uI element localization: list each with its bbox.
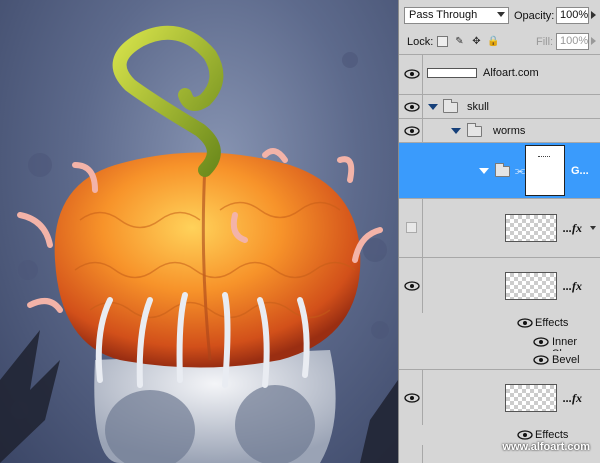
blend-mode-value: Pass Through xyxy=(409,9,478,21)
fill-label: Fill: xyxy=(536,36,554,48)
watermark: www.alfoart.com xyxy=(502,441,590,453)
layer-worm-1[interactable]: ...fx xyxy=(399,198,600,257)
layer-thumbnail xyxy=(505,214,557,242)
lock-move-icon[interactable]: ✥ xyxy=(471,36,482,47)
layer-group-selected[interactable]: ⫘ G... xyxy=(399,142,600,198)
eye-icon[interactable] xyxy=(533,336,549,348)
layer-thumbnail xyxy=(505,384,557,412)
eye-icon[interactable] xyxy=(404,68,420,80)
layer-mask-thumbnail[interactable] xyxy=(525,145,565,196)
lock-transparent-icon[interactable] xyxy=(437,36,448,47)
folder-icon xyxy=(443,99,458,113)
eye-icon[interactable] xyxy=(533,354,549,366)
effects-row[interactable]: Effects xyxy=(399,313,600,333)
layer-worm-3[interactable]: ...fx xyxy=(399,369,600,463)
layer-alfoart[interactable]: Alfoart.com xyxy=(399,54,600,94)
layer-thumbnail xyxy=(427,68,477,78)
layer-name: worms xyxy=(493,125,526,137)
effects-label: Effects xyxy=(535,317,569,329)
effect-inner-shadow[interactable]: Inner Sh... xyxy=(399,333,600,360)
lock-all-icon[interactable]: 🔒 xyxy=(487,36,499,47)
visibility-cell[interactable] xyxy=(399,199,423,257)
eye-icon[interactable] xyxy=(517,317,533,329)
folder-icon xyxy=(495,163,510,177)
pumpkin-brain-artwork xyxy=(0,25,398,463)
fill-slider-arrow-icon[interactable] xyxy=(591,37,596,45)
lock-brush-icon[interactable]: ✎ xyxy=(454,36,465,47)
lock-label: Lock: xyxy=(407,36,434,48)
effect-bevel[interactable]: Bevel an... xyxy=(399,351,600,378)
visibility-cell[interactable] xyxy=(399,370,423,463)
effects-label: Effects xyxy=(535,429,569,441)
layer-name: Alfoart.com xyxy=(483,67,539,79)
opacity-label: Opacity: xyxy=(514,10,555,22)
eye-icon[interactable] xyxy=(517,429,533,441)
layers-panel: Pass Through Opacity: 100% Lock: ✎ ✥ 🔒 F… xyxy=(398,0,600,463)
layer-name: G... xyxy=(571,165,589,177)
eye-icon[interactable] xyxy=(404,101,420,113)
document-canvas[interactable] xyxy=(0,0,398,463)
chevron-down-icon[interactable] xyxy=(590,226,596,230)
expand-triangle-icon[interactable] xyxy=(479,168,489,174)
opacity-slider-arrow-icon[interactable] xyxy=(591,11,596,19)
eye-icon[interactable] xyxy=(404,280,420,292)
opacity-input[interactable]: 100% xyxy=(556,7,589,24)
layer-thumbnail xyxy=(505,272,557,300)
layer-group-worms[interactable]: worms xyxy=(399,118,600,142)
layer-name: skull xyxy=(467,101,490,113)
eye-icon[interactable] xyxy=(404,392,420,404)
fx-icon[interactable]: ...fx xyxy=(563,279,582,294)
expand-triangle-icon[interactable] xyxy=(451,128,461,134)
hidden-eye-box[interactable] xyxy=(406,222,417,233)
visibility-cell[interactable] xyxy=(399,55,423,94)
visibility-cell[interactable] xyxy=(399,119,423,142)
mask-link-icon: ⫘ xyxy=(515,165,525,177)
layer-worm-2[interactable]: ...fx xyxy=(399,257,600,383)
folder-icon xyxy=(467,123,482,137)
fx-icon[interactable]: ...fx xyxy=(563,391,582,406)
visibility-cell[interactable] xyxy=(399,95,423,118)
eye-icon[interactable] xyxy=(404,125,420,137)
fill-input[interactable]: 100% xyxy=(556,33,589,50)
fx-icon[interactable]: ...fx xyxy=(563,221,582,236)
chevron-down-icon xyxy=(497,12,505,17)
blend-mode-select[interactable]: Pass Through xyxy=(404,7,509,24)
layer-group-skull[interactable]: skull xyxy=(399,94,600,118)
expand-triangle-icon[interactable] xyxy=(428,104,438,110)
